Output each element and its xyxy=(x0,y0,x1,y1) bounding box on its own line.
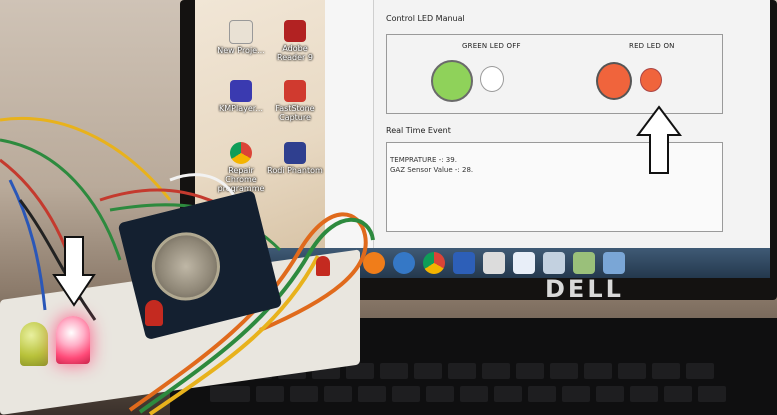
arrow-down-icon xyxy=(52,236,96,307)
photo-scene: New Proje... Adobe Reader 9 KMPlayer... … xyxy=(0,0,777,415)
red-led-lit xyxy=(56,316,90,364)
green-led xyxy=(20,322,48,366)
small-red-led xyxy=(145,300,163,326)
small-red-led xyxy=(316,256,330,276)
wiring xyxy=(0,117,375,415)
gas-sensor-mesh xyxy=(144,225,228,308)
yellow-wire xyxy=(0,117,172,201)
